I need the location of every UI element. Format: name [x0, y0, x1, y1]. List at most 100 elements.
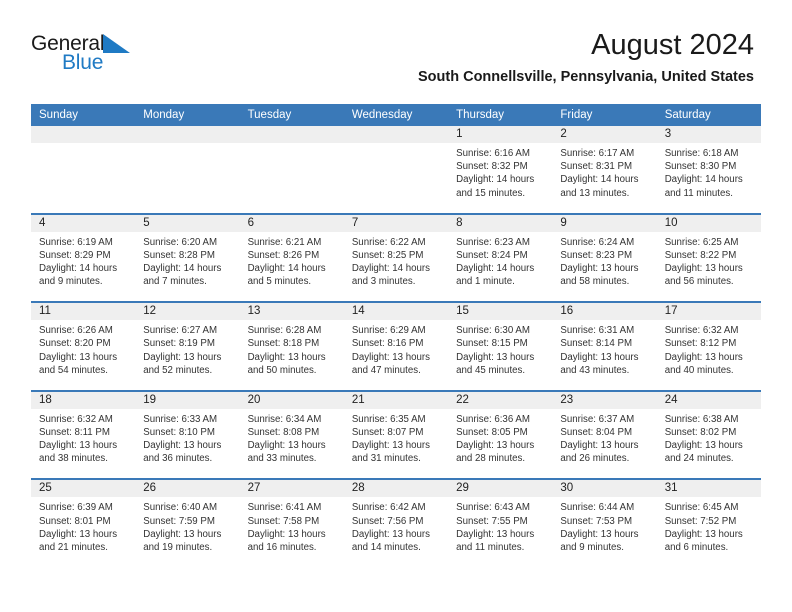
daylight-text-line1: Daylight: 14 hours: [664, 174, 743, 186]
page-title: August 2024: [591, 29, 754, 61]
logo-text-blue: Blue: [62, 51, 104, 74]
day-details: Sunrise: 6:20 AM Sunset: 8:28 PM Daylight:…: [135, 232, 239, 289]
sunrise-text: Sunrise: 6:28 AM: [247, 325, 322, 337]
calendar-day-cell[interactable]: 18 Sunrise: 6:32 AM Sunset: 8:11 PM Dayligh…: [31, 391, 136, 479]
title-block: August 2024 South Connellsville, Pennsyl…: [418, 28, 754, 86]
day-details: Sunrise: 6:18 AM Sunset: 8:30 PM Daylight:…: [657, 143, 761, 200]
calendar-day-cell[interactable]: 24 Sunrise: 6:38 AM Sunset: 8:02 PM Dayligh…: [656, 391, 761, 479]
calendar-day-cell[interactable]: 8 Sunrise: 6:23 AM Sunset: 8:24 PM Daylight…: [448, 214, 553, 302]
day-details: Sunrise: 6:41 AM Sunset: 7:58 PM Daylight:…: [240, 497, 344, 554]
weekday-header-friday: Friday: [560, 109, 593, 121]
calendar-week-row: 1 Sunrise: 6:16 AM Sunset: 8:32 PM Daylight…: [31, 126, 761, 215]
calendar-day-cell[interactable]: 13 Sunrise: 6:28 AM Sunset: 8:18 PM Dayligh…: [239, 303, 344, 390]
calendar-day-cell[interactable]: 27 Sunrise: 6:41 AM Sunset: 7:58 PM Dayligh…: [239, 480, 344, 569]
calendar-day-cell[interactable]: 29 Sunrise: 6:43 AM Sunset: 7:55 PM Dayligh…: [448, 480, 553, 569]
sunset-text: Sunset: 7:58 PM: [247, 515, 320, 527]
daylight-text-line2: and 11 minutes.: [664, 187, 733, 199]
day-details: [31, 143, 136, 147]
calendar-day-cell[interactable]: 10 Sunrise: 6:25 AM Sunset: 8:22 PM Dayligh…: [656, 214, 761, 302]
calendar-day-cell[interactable]: 7 Sunrise: 6:22 AM Sunset: 8:25 PM Daylight…: [343, 214, 449, 302]
sunset-text: Sunset: 8:15 PM: [456, 338, 528, 350]
sunset-text: Sunset: 8:28 PM: [143, 249, 215, 261]
sunset-text: Sunset: 8:08 PM: [247, 426, 320, 438]
day-number: 24: [656, 391, 761, 409]
calendar-day-cell[interactable]: 1 Sunrise: 6:16 AM Sunset: 8:32 PM Daylight…: [448, 126, 553, 213]
calendar-day-cell[interactable]: 5 Sunrise: 6:20 AM Sunset: 8:28 PM Daylight…: [135, 214, 240, 302]
calendar-day-cell[interactable]: 25 Sunrise: 6:39 AM Sunset: 8:01 PM Dayligh…: [31, 480, 136, 569]
day-details: Sunrise: 6:23 AM Sunset: 8:24 PM Daylight:…: [448, 232, 552, 289]
daylight-text-line2: and 9 minutes.: [39, 276, 103, 288]
calendar-cell-empty: [135, 126, 240, 213]
weekday-header-sunday: Sunday: [39, 109, 79, 121]
calendar-day-cell[interactable]: 20 Sunrise: 6:34 AM Sunset: 8:08 PM Dayligh…: [239, 391, 344, 479]
calendar-day-cell[interactable]: 22 Sunrise: 6:36 AM Sunset: 8:05 PM Dayligh…: [448, 391, 553, 479]
calendar-day-cell[interactable]: 30 Sunrise: 6:44 AM Sunset: 7:53 PM Dayligh…: [552, 480, 657, 569]
day-number: 21: [343, 391, 449, 409]
calendar-week-row: 25 Sunrise: 6:39 AM Sunset: 8:01 PM Dayligh…: [31, 480, 761, 569]
day-number: 13: [239, 303, 344, 321]
sunrise-text: Sunrise: 6:18 AM: [664, 148, 739, 159]
day-details: Sunrise: 6:34 AM Sunset: 8:08 PM Daylight:…: [240, 409, 344, 466]
calendar-day-cell[interactable]: 14 Sunrise: 6:29 AM Sunset: 8:16 PM Dayligh…: [343, 303, 449, 390]
daylight-text-line2: and 5 minutes.: [247, 276, 312, 288]
sunrise-text: Sunrise: 6:36 AM: [456, 413, 530, 425]
location-subtitle: South Connellsville, Pennsylvania, Unite…: [418, 69, 754, 85]
weekday-header-wednesday: Wednesday: [351, 109, 413, 121]
calendar-day-cell[interactable]: 23 Sunrise: 6:37 AM Sunset: 8:04 PM Dayligh…: [552, 391, 657, 479]
day-number: 25: [31, 480, 136, 498]
day-details: Sunrise: 6:37 AM Sunset: 8:04 PM Daylight:…: [552, 409, 656, 466]
day-details: Sunrise: 6:27 AM Sunset: 8:19 PM Daylight:…: [135, 320, 239, 377]
calendar-day-cell[interactable]: 2 Sunrise: 6:17 AM Sunset: 8:31 PM Daylight…: [552, 126, 657, 213]
calendar-day-cell[interactable]: 28 Sunrise: 6:42 AM Sunset: 7:56 PM Dayligh…: [343, 480, 449, 569]
calendar-day-cell[interactable]: 6 Sunrise: 6:21 AM Sunset: 8:26 PM Daylight…: [239, 214, 344, 302]
sunrise-text: Sunrise: 6:45 AM: [664, 502, 739, 514]
calendar-day-cell[interactable]: 11 Sunrise: 6:26 AM Sunset: 8:20 PM Dayligh…: [31, 303, 136, 390]
sunset-text: Sunset: 7:52 PM: [664, 515, 737, 527]
daylight-text-line1: Daylight: 13 hours: [143, 351, 222, 363]
calendar-day-cell[interactable]: 26 Sunrise: 6:40 AM Sunset: 7:59 PM Dayligh…: [135, 480, 240, 569]
sunset-text: Sunset: 8:10 PM: [143, 426, 215, 438]
daylight-text-line2: and 11 minutes.: [456, 541, 525, 553]
sunrise-text: Sunrise: 6:35 AM: [351, 413, 426, 425]
calendar-day-cell[interactable]: 31 Sunrise: 6:45 AM Sunset: 7:52 PM Dayligh…: [656, 480, 761, 569]
day-details: Sunrise: 6:35 AM Sunset: 8:07 PM Daylight:…: [344, 409, 448, 466]
calendar-day-cell[interactable]: 3 Sunrise: 6:18 AM Sunset: 8:30 PM Daylight…: [656, 126, 761, 213]
sunrise-text: Sunrise: 6:20 AM: [143, 236, 218, 248]
general-blue-logo[interactable]: General Blue: [31, 33, 161, 79]
sunrise-text: Sunrise: 6:24 AM: [560, 236, 635, 248]
day-details: Sunrise: 6:42 AM Sunset: 7:56 PM Daylight:…: [344, 497, 448, 554]
day-details: Sunrise: 6:45 AM Sunset: 7:52 PM Daylight:…: [657, 497, 761, 554]
daylight-text-line2: and 21 minutes.: [39, 541, 108, 553]
day-details: Sunrise: 6:24 AM Sunset: 8:23 PM Daylight:…: [552, 232, 656, 289]
sunset-text: Sunset: 8:31 PM: [560, 161, 633, 173]
daylight-text-line2: and 56 minutes.: [664, 276, 734, 288]
calendar-day-cell[interactable]: 17 Sunrise: 6:32 AM Sunset: 8:12 PM Dayligh…: [656, 303, 761, 390]
calendar-day-cell[interactable]: 9 Sunrise: 6:24 AM Sunset: 8:23 PM Daylight…: [552, 214, 657, 302]
sunset-text: Sunset: 8:29 PM: [39, 249, 111, 261]
calendar-day-cell[interactable]: 4 Sunrise: 6:19 AM Sunset: 8:29 PM Daylight…: [31, 214, 136, 302]
daylight-text-line2: and 36 minutes.: [143, 453, 213, 465]
day-number: 14: [343, 303, 449, 321]
day-number: 30: [552, 480, 657, 498]
daylight-text-line2: and 50 minutes.: [247, 364, 317, 376]
day-number: 6: [239, 214, 344, 232]
calendar-day-cell[interactable]: 12 Sunrise: 6:27 AM Sunset: 8:19 PM Dayligh…: [135, 303, 240, 390]
calendar-day-cell[interactable]: 21 Sunrise: 6:35 AM Sunset: 8:07 PM Dayligh…: [343, 391, 449, 479]
sunset-text: Sunset: 8:26 PM: [247, 249, 320, 261]
day-details: Sunrise: 6:38 AM Sunset: 8:02 PM Daylight:…: [657, 409, 761, 466]
daylight-text-line1: Daylight: 13 hours: [247, 351, 326, 363]
calendar-day-cell[interactable]: 19 Sunrise: 6:33 AM Sunset: 8:10 PM Dayligh…: [135, 391, 240, 479]
calendar-day-cell[interactable]: 16 Sunrise: 6:31 AM Sunset: 8:14 PM Dayligh…: [552, 303, 657, 390]
day-number: 2: [552, 126, 657, 143]
day-details: Sunrise: 6:16 AM Sunset: 8:32 PM Daylight:…: [448, 143, 552, 200]
calendar-day-cell[interactable]: 15 Sunrise: 6:30 AM Sunset: 8:15 PM Dayligh…: [448, 303, 553, 390]
sunrise-text: Sunrise: 6:33 AM: [143, 413, 218, 425]
day-number: 18: [31, 391, 136, 409]
daylight-text-line1: Daylight: 13 hours: [39, 440, 118, 452]
daylight-text-line2: and 14 minutes.: [351, 541, 421, 553]
day-number: 8: [448, 214, 553, 232]
day-details: Sunrise: 6:32 AM Sunset: 8:11 PM Daylight:…: [31, 409, 135, 466]
sunset-text: Sunset: 8:32 PM: [456, 161, 528, 173]
sunset-text: Sunset: 8:18 PM: [247, 338, 320, 350]
day-details: [135, 143, 240, 147]
